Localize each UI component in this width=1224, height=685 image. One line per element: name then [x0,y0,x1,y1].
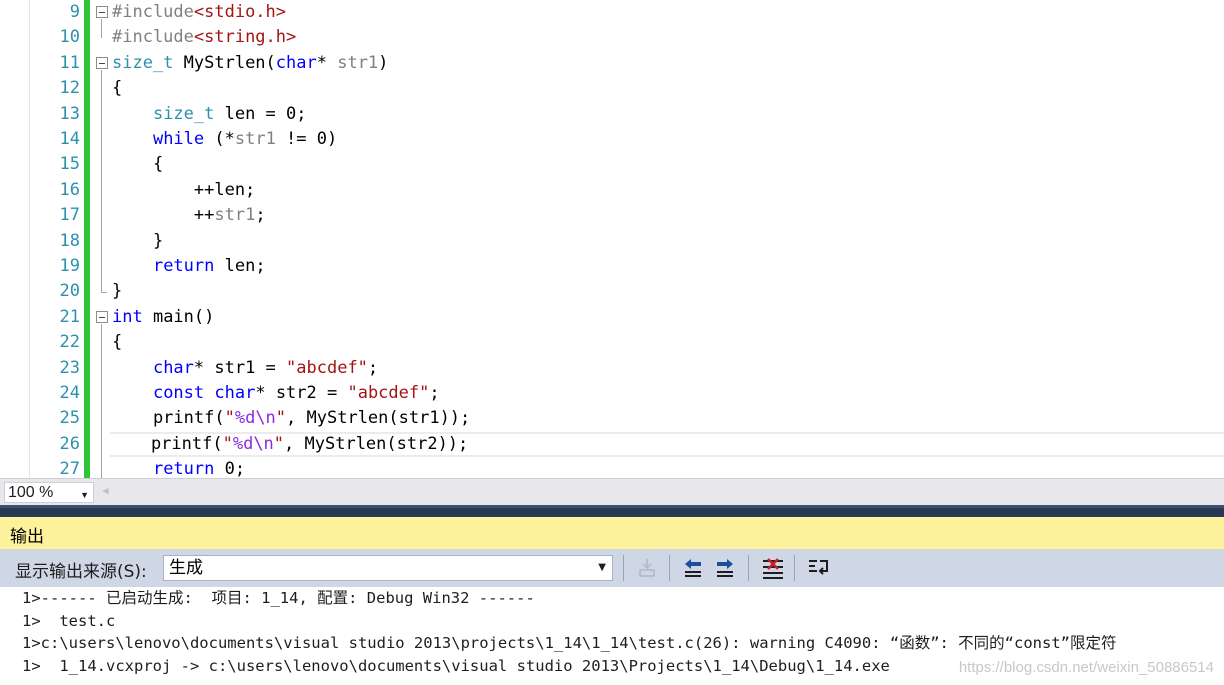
code-line: while (*str1 != 0) [152,129,338,149]
line-number: 18 [59,230,80,251]
line-number: 26 [59,433,80,454]
code-line: return 0; [152,459,246,478]
code-area[interactable]: #include<stdio.h> #include<string.h> siz… [110,0,1224,478]
code-line: size_t len = 0; [152,103,307,124]
toggle-word-wrap-icon [809,560,828,575]
window-splitter[interactable] [0,505,1224,517]
output-window-title-bar[interactable]: 输出 [0,517,1224,549]
chevron-down-icon: ▼ [598,562,606,573]
output-line: 1> test.c [22,612,116,630]
line-number: 15 [59,154,80,175]
line-number: 11 [59,52,80,73]
zoom-value: 100 % [8,484,54,501]
output-line: 1>------ 已启动生成: 项目: 1_14, 配置: Debug Win3… [22,589,535,607]
change-tracking-bar [84,0,90,478]
code-line: #include<string.h> [112,27,297,48]
code-line: int main() [112,306,215,327]
line-number: 12 [59,78,80,99]
find-message-in-code-button[interactable] [635,556,661,580]
clear-all-button[interactable] [760,556,786,580]
toolbar-separator [669,555,670,581]
output-source-dropdown[interactable]: 生成 ▼ [163,555,613,581]
output-window-title: 输出 [10,527,44,547]
outlining-margin [94,0,110,478]
next-message-button[interactable] [713,556,739,580]
collapse-minus-icon[interactable] [96,6,108,18]
code-line: #include<stdio.h> [112,2,287,22]
line-number: 10 [59,27,80,48]
line-number: 14 [59,129,80,149]
outline-line [101,324,102,478]
line-number: 21 [59,306,80,327]
outline-line [101,19,102,38]
output-source-value: 生成 [169,558,203,578]
output-line: 1> 1_14.vcxproj -> c:\users\lenovo\docum… [22,657,890,675]
scroll-left-icon[interactable]: ◀ [102,484,109,497]
code-line: size_t MyStrlen(char* str1) [112,52,389,73]
code-line: { [112,332,123,353]
line-number: 24 [59,383,80,403]
code-line-current: printf("%d\n", MyStrlen(str2)); [110,431,1224,458]
indicator-margin [0,0,30,478]
line-number: 27 [59,459,80,478]
code-line: ++len; [112,179,256,200]
go-to-previous-message-icon [685,559,701,577]
line-number: 16 [59,179,80,200]
code-line: ++str1; [112,205,266,226]
output-line: 1>c:\users\lenovo\documents\visual studi… [22,634,1117,652]
line-number-gutter: 9 10 11 12 13 14 15 16 17 18 19 20 21 22… [30,0,82,478]
clear-all-icon [763,558,783,579]
line-number: 13 [59,103,80,124]
line-number: 22 [59,332,80,353]
collapse-minus-icon[interactable] [96,57,108,69]
line-number: 17 [59,205,80,226]
code-line: { [112,78,123,99]
editor-bottom-bar: 100 % ▼ ◀ [0,478,1224,505]
toolbar-separator [794,555,795,581]
code-line: printf("%d\n", MyStrlen(str1)); [112,408,471,429]
collapse-minus-icon[interactable] [96,311,108,323]
previous-message-button[interactable] [681,556,707,580]
watermark: https://blog.csdn.net/weixin_50886514 [958,659,1214,676]
code-editor[interactable]: 9 10 11 12 13 14 15 16 17 18 19 20 21 22… [0,0,1224,478]
output-text-area[interactable]: 1>------ 已启动生成: 项目: 1_14, 配置: Debug Win3… [0,587,1224,685]
toolbar-separator [748,555,749,581]
output-source-label: 显示输出来源(S): [15,562,147,582]
output-toolbar: 显示输出来源(S): 生成 ▼ [0,549,1224,587]
line-number: 19 [59,256,80,276]
go-to-next-message-icon [717,559,733,577]
outline-line [101,70,102,292]
toggle-word-wrap-button[interactable] [806,556,832,580]
code-line: } [112,281,123,302]
code-line: const char* str2 = "abcdef"; [152,383,440,403]
code-line: return len; [152,256,266,276]
line-number: 20 [59,281,80,302]
toolbar-separator [623,555,624,581]
code-line: { [112,154,164,175]
line-number: 23 [59,357,80,378]
outline-end-tick [101,292,107,293]
line-number: 9 [69,2,80,22]
code-line: char* str1 = "abcdef"; [152,357,379,378]
line-number: 25 [59,408,80,429]
find-message-in-code-icon [639,559,655,577]
code-line: } [112,230,164,251]
zoom-dropdown[interactable]: 100 % ▼ [4,482,94,503]
chevron-down-icon: ▼ [80,490,89,500]
